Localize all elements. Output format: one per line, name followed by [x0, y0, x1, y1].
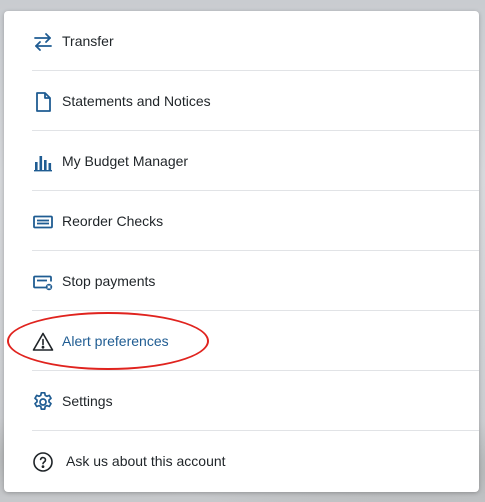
menu-item-label: Statements and Notices: [62, 93, 211, 109]
menu-item-label: Ask us about this account: [66, 453, 226, 469]
question-circle-icon: [31, 450, 55, 474]
menu-item-label: My Budget Manager: [62, 153, 189, 169]
menu-item-statements[interactable]: Statements and Notices: [4, 71, 479, 131]
menu-item-alert-preferences[interactable]: Alert preferences: [4, 311, 479, 371]
stop-payment-card-icon: [31, 270, 55, 294]
account-actions-menu: Transfer Statements and Notices My Budge…: [4, 11, 479, 492]
menu-item-reorder-checks[interactable]: Reorder Checks: [4, 191, 479, 251]
menu-item-stop-payments[interactable]: Stop payments: [4, 251, 479, 311]
menu-item-label: Reorder Checks: [62, 213, 164, 229]
menu-item-ask-us[interactable]: Ask us about this account: [4, 431, 479, 491]
menu-item-label: Stop payments: [62, 273, 156, 289]
gear-icon: [31, 390, 55, 414]
menu-item-budget-manager[interactable]: My Budget Manager: [4, 131, 479, 191]
transfer-arrows-icon: [31, 30, 55, 54]
document-icon: [31, 90, 55, 114]
menu-item-transfer[interactable]: Transfer: [4, 11, 479, 71]
warning-triangle-icon: [31, 330, 55, 354]
bar-chart-icon: [31, 150, 55, 174]
menu-item-label: Alert preferences: [62, 333, 169, 349]
menu-item-label: Transfer: [62, 33, 114, 49]
menu-item-settings[interactable]: Settings: [4, 371, 479, 431]
check-card-icon: [31, 210, 55, 234]
menu-item-label: Settings: [62, 393, 113, 409]
